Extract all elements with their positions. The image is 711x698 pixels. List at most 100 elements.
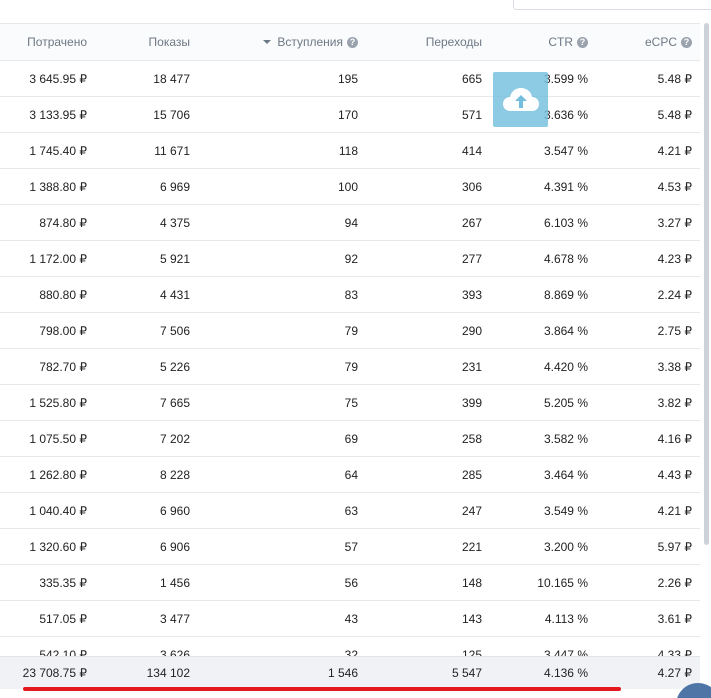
spent-cell: 3 133.95 ₽ [29, 107, 87, 122]
ctr-cell: 4.420 % [543, 359, 588, 374]
table-row: 798.00 ₽ 7 506 79 290 3.864 % 2.75 ₽ [0, 313, 700, 349]
vertical-scrollbar[interactable] [704, 23, 709, 545]
impressions-cell: 7 665 [159, 395, 190, 410]
ctr-cell: 3.464 % [543, 467, 588, 482]
ecpc-cell: 4.43 ₽ [657, 467, 692, 482]
spent-cell: 517.05 ₽ [39, 611, 87, 626]
upload-overlay[interactable] [493, 72, 548, 127]
search-field-fragment[interactable] [513, 0, 711, 10]
table-row: 335.35 ₽ 1 456 56 148 10.165 % 2.26 ₽ [0, 565, 700, 601]
impressions-cell: 6 969 [159, 179, 190, 194]
ecpc-cell: 4.21 ₽ [657, 143, 692, 158]
joins-cell: 64 [344, 467, 358, 482]
ecpc-cell: 5.48 ₽ [657, 107, 692, 122]
clicks-cell: 231 [461, 359, 482, 374]
joins-cell: 56 [344, 575, 358, 590]
clicks-cell: 148 [461, 575, 482, 590]
spent-cell: 1 262.80 ₽ [29, 467, 87, 482]
help-icon[interactable]: ? [681, 36, 692, 48]
total-ecpc: 4.27 ₽ [657, 666, 692, 680]
ctr-cell: 4.391 % [543, 179, 588, 194]
cloud-upload-icon [502, 88, 539, 111]
ctr-cell: 5.205 % [543, 395, 588, 410]
stats-screen: Потрачено Показы Вступления ? Переходы C… [0, 0, 711, 698]
joins-cell: 170 [337, 107, 358, 122]
joins-cell: 118 [338, 143, 358, 158]
table-row: 3 133.95 ₽ 15 706 170 571 3.636 % 5.48 ₽ [0, 97, 700, 133]
spent-cell: 1 388.80 ₽ [29, 179, 87, 194]
ctr-cell: 8.869 % [543, 287, 588, 302]
impressions-cell: 5 226 [159, 359, 190, 374]
header-spent-label: Потрачено [27, 35, 87, 49]
red-underline [23, 687, 621, 691]
impressions-cell: 1 456 [159, 575, 190, 590]
ctr-cell: 3.864 % [543, 323, 588, 338]
header-impressions-label: Показы [148, 35, 190, 49]
header-joins[interactable]: Вступления ? [198, 35, 366, 49]
joins-cell: 94 [344, 215, 358, 230]
header-clicks[interactable]: Переходы [366, 35, 490, 49]
clicks-cell: 393 [461, 287, 482, 302]
clicks-cell: 414 [461, 143, 482, 158]
stats-table: Потрачено Показы Вступления ? Переходы C… [0, 23, 700, 690]
help-icon[interactable]: ? [347, 36, 358, 48]
joins-cell: 43 [344, 611, 358, 626]
table-header: Потрачено Показы Вступления ? Переходы C… [0, 24, 700, 61]
spent-cell: 798.00 ₽ [39, 323, 87, 338]
ecpc-cell: 5.97 ₽ [657, 539, 692, 554]
impressions-cell: 18 477 [153, 71, 190, 86]
spent-cell: 880.80 ₽ [39, 287, 87, 302]
spent-cell: 1 745.40 ₽ [29, 143, 87, 158]
total-ctr: 4.136 % [543, 666, 588, 680]
ctr-cell: 6.103 % [543, 215, 588, 230]
spent-cell: 1 075.50 ₽ [29, 431, 87, 446]
ecpc-cell: 3.27 ₽ [657, 215, 692, 230]
ecpc-cell: 3.61 ₽ [657, 611, 692, 626]
table-row: 1 745.40 ₽ 11 671 118 414 3.547 % 4.21 ₽ [0, 133, 700, 169]
impressions-cell: 6 906 [159, 539, 190, 554]
clicks-cell: 399 [461, 395, 482, 410]
table-row: 1 040.40 ₽ 6 960 63 247 3.549 % 4.21 ₽ [0, 493, 700, 529]
total-row: 23 708.75 ₽ 134 102 1 546 5 547 4.136 % … [0, 656, 700, 689]
table-row: 1 525.80 ₽ 7 665 75 399 5.205 % 3.82 ₽ [0, 385, 700, 421]
impressions-cell: 8 228 [159, 467, 190, 482]
ctr-cell: 3.549 % [543, 503, 588, 518]
header-spent[interactable]: Потрачено [0, 35, 95, 49]
header-clicks-label: Переходы [425, 35, 482, 49]
joins-cell: 100 [337, 179, 358, 194]
header-joins-label: Вступления [277, 35, 343, 49]
impressions-cell: 7 202 [159, 431, 190, 446]
impressions-cell: 15 706 [153, 107, 190, 122]
ecpc-cell: 5.48 ₽ [657, 71, 692, 86]
joins-cell: 92 [344, 251, 358, 266]
ecpc-cell: 4.21 ₽ [657, 503, 692, 518]
ecpc-cell: 2.26 ₽ [657, 575, 692, 590]
header-ecpc-label: eCPC [644, 35, 677, 49]
table-row: 1 075.50 ₽ 7 202 69 258 3.582 % 4.16 ₽ [0, 421, 700, 457]
spent-cell: 782.70 ₽ [39, 359, 87, 374]
impressions-cell: 7 506 [159, 323, 190, 338]
clicks-cell: 143 [461, 611, 482, 626]
header-ecpc[interactable]: eCPC ? [596, 35, 700, 49]
impressions-cell: 5 921 [159, 251, 190, 266]
clicks-cell: 267 [461, 215, 482, 230]
table-row: 3 645.95 ₽ 18 477 195 665 3.599 % 5.48 ₽ [0, 61, 700, 97]
help-icon[interactable]: ? [577, 36, 588, 48]
table-row: 874.80 ₽ 4 375 94 267 6.103 % 3.27 ₽ [0, 205, 700, 241]
clicks-cell: 306 [461, 179, 482, 194]
ctr-cell: 4.113 % [544, 611, 588, 626]
spent-cell: 1 040.40 ₽ [29, 503, 87, 518]
ctr-cell: 3.547 % [543, 143, 588, 158]
ecpc-cell: 4.16 ₽ [657, 431, 692, 446]
header-ctr-label: CTR [548, 35, 573, 49]
table-row: 1 172.00 ₽ 5 921 92 277 4.678 % 4.23 ₽ [0, 241, 700, 277]
impressions-cell: 4 431 [159, 287, 190, 302]
header-impressions[interactable]: Показы [95, 35, 198, 49]
header-ctr[interactable]: CTR ? [490, 35, 596, 49]
impressions-cell: 6 960 [159, 503, 190, 518]
spent-cell: 3 645.95 ₽ [29, 71, 87, 86]
impressions-cell: 3 477 [159, 611, 190, 626]
clicks-cell: 665 [461, 71, 482, 86]
spent-cell: 1 525.80 ₽ [29, 395, 87, 410]
total-impressions: 134 102 [146, 666, 190, 680]
